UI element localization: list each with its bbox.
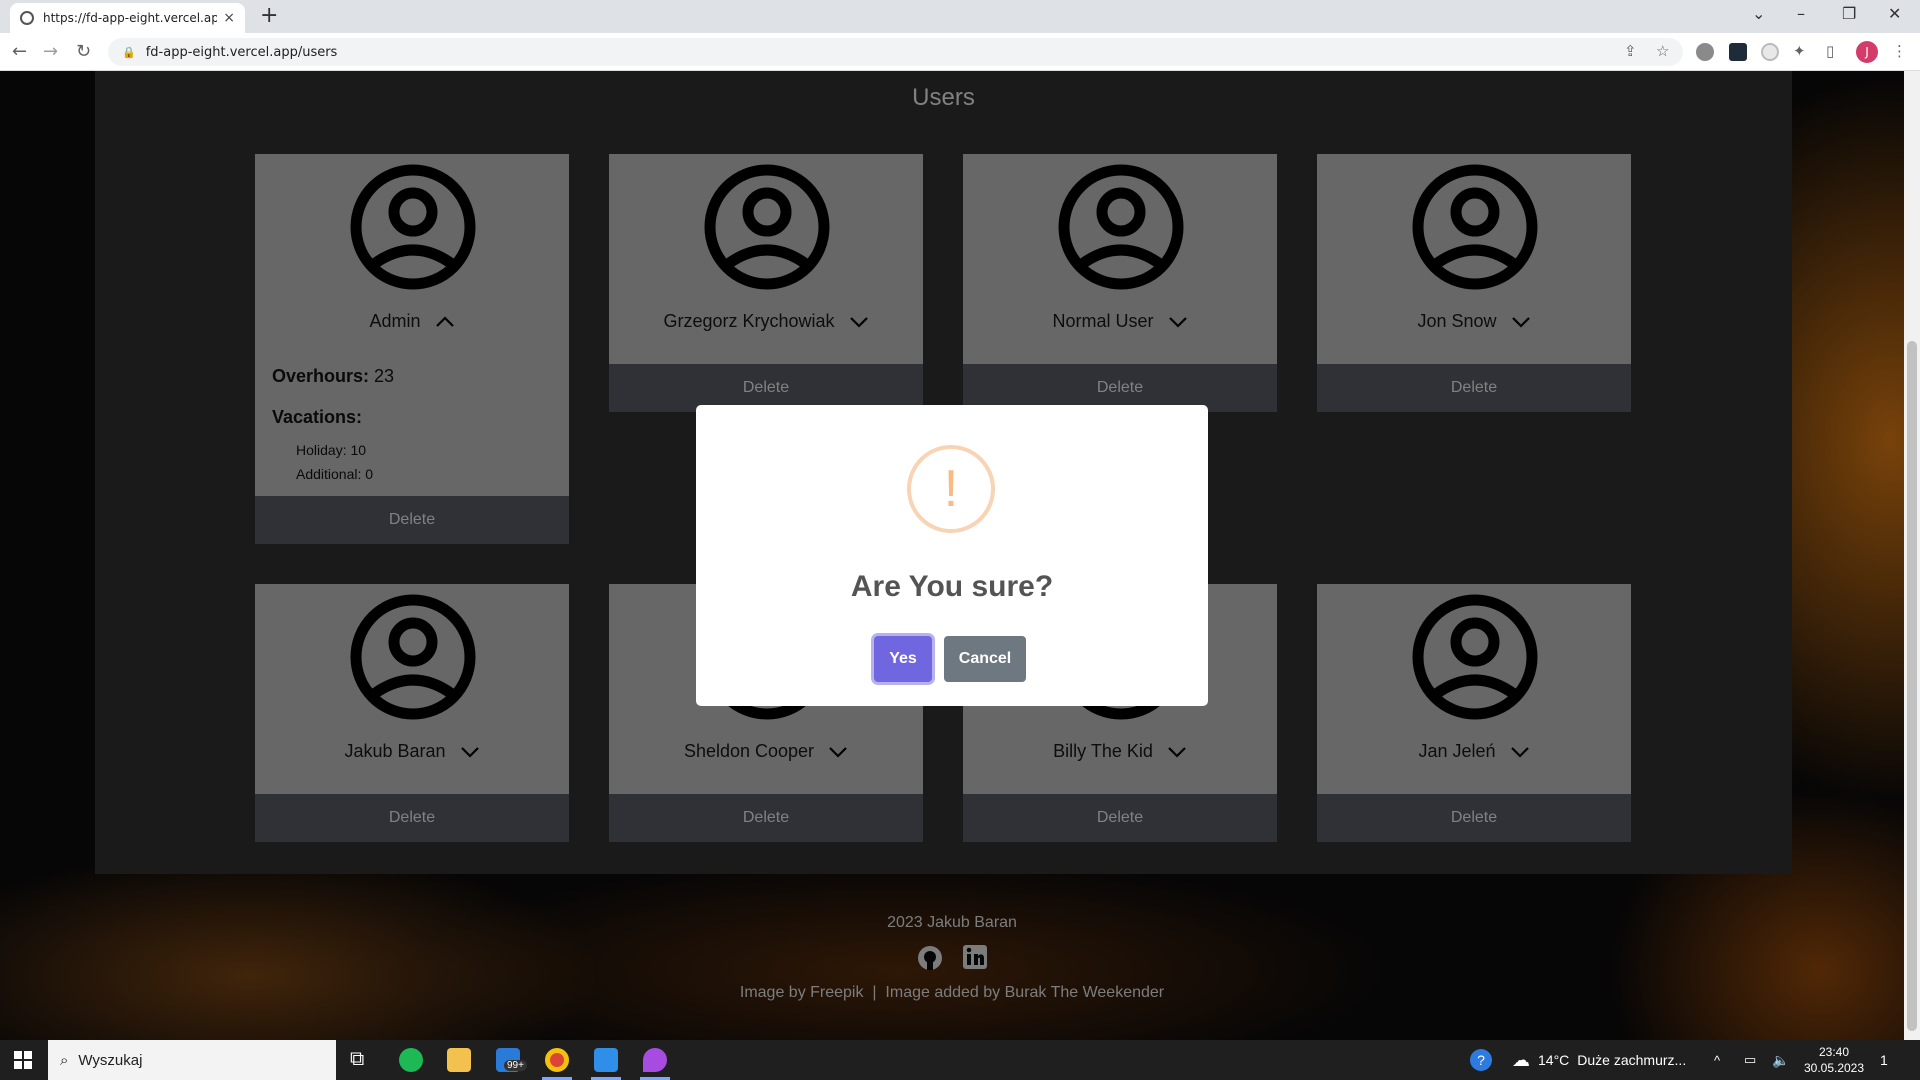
back-icon[interactable]: ← xyxy=(12,41,27,62)
share-icon[interactable]: ⇪ xyxy=(1624,42,1637,60)
globe-icon xyxy=(20,11,34,25)
url-text: fd-app-eight.vercel.app/users xyxy=(145,44,338,60)
tab-title: https://fd-app-eight.vercel.app/u xyxy=(43,11,218,25)
chrome-icon[interactable] xyxy=(545,1048,569,1072)
windows-taskbar: ⌕ Wyszukaj ⧉ 99+ ? ☁ 14°C Duże zachmurz.… xyxy=(0,1040,1920,1080)
url-bar[interactable]: 🔒 fd-app-eight.vercel.app/users xyxy=(108,38,1683,66)
cancel-button[interactable]: Cancel xyxy=(944,636,1026,682)
notification-count: 1 xyxy=(1880,1052,1888,1068)
notifications-icon[interactable]: 1 xyxy=(1880,1040,1888,1080)
tray-chevron-up-icon[interactable]: ^ xyxy=(1714,1040,1720,1080)
scrollbar-thumb[interactable] xyxy=(1907,341,1917,1031)
lock-icon: 🔒 xyxy=(122,45,136,59)
spotify-icon[interactable] xyxy=(399,1048,423,1072)
task-view-icon[interactable]: ⧉ xyxy=(350,1046,374,1070)
minimize-button[interactable]: – xyxy=(1797,4,1805,23)
confirm-dialog: ! Are You sure? Yes Cancel xyxy=(696,405,1208,706)
system-clock[interactable]: 23:40 30.05.2023 xyxy=(1794,1044,1874,1076)
dialog-question: Are You sure? xyxy=(850,570,1054,603)
extension-react-icon[interactable] xyxy=(1729,43,1747,61)
taskbar-search[interactable]: ⌕ Wyszukaj xyxy=(48,1040,336,1080)
volume-icon[interactable]: 🔈 xyxy=(1772,1040,1789,1080)
close-window-button[interactable]: ✕ xyxy=(1888,4,1901,23)
tab-search-icon[interactable]: ⌄ xyxy=(1752,4,1765,23)
warning-icon: ! xyxy=(907,445,995,533)
file-explorer-icon[interactable] xyxy=(447,1048,471,1072)
menu-kebab-icon[interactable]: ⋮ xyxy=(1892,42,1907,60)
page-scrollbar[interactable] xyxy=(1904,71,1920,1040)
bookmark-star-icon[interactable]: ☆ xyxy=(1656,42,1669,60)
search-placeholder: Wyszukaj xyxy=(78,1051,143,1069)
clock-time: 23:40 xyxy=(1818,1045,1850,1059)
restore-button[interactable]: ❐ xyxy=(1842,4,1856,23)
yes-button[interactable]: Yes xyxy=(874,636,932,682)
browser-tab-active[interactable]: https://fd-app-eight.vercel.app/u × xyxy=(10,3,245,33)
help-icon[interactable]: ? xyxy=(1470,1049,1492,1071)
profile-avatar[interactable]: J xyxy=(1856,41,1878,63)
weather-widget[interactable]: ☁ 14°C Duże zachmurz... xyxy=(1512,1040,1686,1080)
network-icon[interactable]: ▭ xyxy=(1744,1040,1756,1080)
tab-close-icon[interactable]: × xyxy=(223,10,235,26)
weather-text: Duże zachmurz... xyxy=(1577,1052,1687,1068)
droplet-app-icon[interactable] xyxy=(643,1048,667,1072)
vscode-icon[interactable] xyxy=(594,1048,618,1072)
address-bar-row: ← → ↻ 🔒 fd-app-eight.vercel.app/users ⇪ … xyxy=(0,33,1920,71)
new-tab-button[interactable]: + xyxy=(260,3,278,28)
reload-icon[interactable]: ↻ xyxy=(76,41,91,62)
side-panel-icon[interactable]: ▯ xyxy=(1826,42,1834,60)
forward-icon[interactable]: → xyxy=(43,41,58,62)
extensions-puzzle-icon[interactable]: ✦ xyxy=(1793,42,1806,60)
weather-cloud-icon: ☁ xyxy=(1512,1049,1530,1070)
mail-badge: 99+ xyxy=(504,1060,527,1071)
windows-start-icon[interactable] xyxy=(14,1051,32,1069)
search-icon: ⌕ xyxy=(60,1051,69,1069)
weather-temp: 14°C xyxy=(1538,1052,1570,1068)
clock-date: 30.05.2023 xyxy=(1803,1061,1865,1075)
extension-bug-icon[interactable] xyxy=(1696,43,1714,61)
help-icon-wrap: ? xyxy=(1470,1040,1492,1080)
browser-tab-strip: https://fd-app-eight.vercel.app/u × + ⌄ … xyxy=(0,0,1920,33)
extension-circle-icon[interactable] xyxy=(1761,43,1779,61)
